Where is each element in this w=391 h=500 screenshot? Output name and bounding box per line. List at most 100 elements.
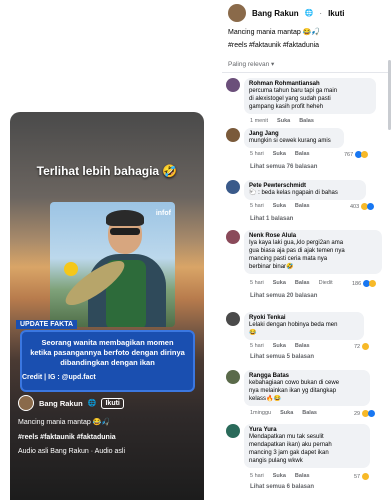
comment-avatar[interactable] bbox=[226, 78, 240, 92]
comment-time: 1minggu bbox=[250, 410, 272, 416]
reaction-count: 186 bbox=[352, 280, 362, 287]
reel-follow-button[interactable]: Ikuti bbox=[101, 397, 124, 409]
divider bbox=[222, 72, 391, 73]
comment-avatar[interactable] bbox=[226, 180, 240, 194]
comment-actions: 5 hari Suka Balas Diedit bbox=[250, 280, 333, 286]
view-replies-link[interactable]: Lihat semua 5 balasan bbox=[250, 354, 314, 360]
reply-button[interactable]: Balas bbox=[295, 280, 310, 286]
comment-line: 🐑 : beda kelas ngapain di bahas bbox=[249, 190, 338, 196]
info-text: Seorang wanita membagikan momen ketika p… bbox=[30, 338, 185, 367]
reel-author-row: Bang Rakun 🌐 Ikuti bbox=[18, 395, 124, 411]
reel-area: Terlihat lebih bahagia 🤣 infof UPDATE FA… bbox=[0, 0, 222, 500]
like-button[interactable]: Suka bbox=[280, 410, 293, 416]
photo-label: infof bbox=[155, 210, 171, 217]
reaction-count: 403 bbox=[350, 203, 360, 210]
comment-line: berbinar binar🤣 bbox=[249, 264, 294, 270]
comment-avatar[interactable] bbox=[226, 370, 240, 384]
sort-dropdown[interactable]: Paling relevan ▾ bbox=[228, 60, 274, 68]
reply-button[interactable]: Balas bbox=[299, 118, 314, 124]
view-replies-link[interactable]: Lihat semua 76 balasan bbox=[250, 164, 317, 170]
credit-text: Credit | IG : @upd.fact bbox=[22, 374, 96, 381]
comment-avatar[interactable] bbox=[226, 128, 240, 142]
comment-time: 1 menit bbox=[250, 118, 269, 124]
reaction-summary[interactable]: 72 bbox=[354, 343, 370, 350]
comment-line: mancing pasti ceria mata nya bbox=[249, 256, 328, 262]
person-glasses bbox=[110, 228, 140, 235]
post-follow-button[interactable]: Ikuti bbox=[328, 9, 344, 18]
comment-time: 5 hari bbox=[250, 473, 264, 479]
haha-reaction-icon bbox=[369, 280, 377, 287]
view-replies-link[interactable]: Lihat semua 20 balasan bbox=[250, 293, 317, 299]
like-button[interactable]: Suka bbox=[273, 473, 286, 479]
reel-avatar[interactable] bbox=[18, 395, 34, 411]
reel-caption: Mancing mania mantap 😂🎣 bbox=[18, 419, 111, 426]
comment-avatar[interactable] bbox=[226, 424, 240, 438]
reel-author[interactable]: Bang Rakun bbox=[39, 399, 83, 408]
reaction-count: 57 bbox=[354, 473, 361, 480]
info-box: Seorang wanita membagikan momen ketika p… bbox=[20, 330, 195, 392]
reaction-summary[interactable]: 767 bbox=[344, 151, 369, 158]
comment-line: mungkin si cewek kurang amis bbox=[249, 138, 331, 144]
comment-time: 5 hari bbox=[250, 151, 264, 157]
comment-line: Mendapatkan mu tak sesulit bbox=[249, 434, 324, 440]
comment-line: di alexistogel yang sudah pasti bbox=[249, 96, 331, 102]
like-reaction-icon bbox=[368, 410, 376, 417]
post-avatar[interactable] bbox=[228, 4, 246, 22]
view-replies-link[interactable]: Lihat semua 6 balasan bbox=[250, 484, 314, 490]
comment-bubble: Yura Yura Mendapatkan mu tak sesulit men… bbox=[244, 424, 370, 468]
comment-bubble: Nenk Rose Alula Iya kaya laki gua,,klo p… bbox=[244, 230, 382, 274]
view-replies-link[interactable]: Lihat 1 balasan bbox=[250, 216, 293, 222]
like-button[interactable]: Suka bbox=[273, 203, 286, 209]
reply-button[interactable]: Balas bbox=[295, 203, 310, 209]
comment-actions: 1minggu Suka Balas bbox=[250, 410, 317, 416]
reaction-summary[interactable]: 57 bbox=[354, 473, 370, 480]
like-button[interactable]: Suka bbox=[273, 280, 286, 286]
reaction-summary[interactable]: 403 bbox=[350, 203, 375, 210]
page: Terlihat lebih bahagia 🤣 infof UPDATE FA… bbox=[0, 0, 391, 500]
reaction-summary[interactable]: 29 bbox=[354, 410, 376, 417]
comment-bubble: Rangga Batas kebahagiaan cowo bukan di c… bbox=[244, 370, 370, 406]
reaction-count: 29 bbox=[354, 410, 361, 417]
person-hair bbox=[106, 210, 144, 226]
comment-actions: 5 hari Suka Balas bbox=[250, 203, 310, 209]
reaction-summary[interactable]: 186 bbox=[352, 280, 377, 287]
like-button[interactable]: Suka bbox=[277, 118, 290, 124]
reel-photo: infof bbox=[50, 202, 175, 327]
comment-line: nya melainkan ikan yg ditangkap bbox=[249, 388, 337, 394]
post-author[interactable]: Bang Rakun bbox=[252, 9, 299, 18]
comment-line: gampang kasih profit heheh bbox=[249, 104, 324, 110]
comment-line: percuma tahun baru tapi ga main bbox=[249, 88, 338, 94]
comment-line: Iya kaya laki gua,,klo pergi2an ama bbox=[249, 240, 344, 246]
haha-reaction-icon bbox=[362, 473, 370, 480]
comment-line: Lelaki dengan hobinya beda men bbox=[249, 322, 338, 328]
haha-reaction-icon bbox=[361, 151, 369, 158]
haha-reaction-icon bbox=[362, 343, 370, 350]
like-button[interactable]: Suka bbox=[273, 151, 286, 157]
reel-overlay-title: Terlihat lebih bahagia 🤣 bbox=[36, 164, 178, 178]
comment-line: 😂 bbox=[249, 330, 257, 336]
comment-time: 5 hari bbox=[250, 280, 264, 286]
comment-bubble: Pete Pewterschmidt 🐑 : beda kelas ngapai… bbox=[244, 180, 366, 200]
comment-avatar[interactable] bbox=[226, 312, 240, 326]
post-header: Bang Rakun 🌐 · Ikuti bbox=[228, 4, 345, 22]
reply-button[interactable]: Balas bbox=[302, 410, 317, 416]
reel-audio[interactable]: Audio asli Bang Rakun · Audio asli bbox=[18, 448, 125, 455]
globe-icon: 🌐 bbox=[87, 400, 97, 407]
comment-actions: 5 hari Suka Balas bbox=[250, 343, 310, 349]
like-reaction-icon bbox=[367, 203, 375, 210]
reel-video[interactable]: Terlihat lebih bahagia 🤣 infof UPDATE FA… bbox=[10, 112, 204, 500]
comment-time: 5 hari bbox=[250, 343, 264, 349]
comment-avatar[interactable] bbox=[226, 230, 240, 244]
reply-button[interactable]: Balas bbox=[295, 473, 310, 479]
comments-panel: Bang Rakun 🌐 · Ikuti Mancing mania manta… bbox=[222, 0, 391, 500]
reply-button[interactable]: Balas bbox=[295, 343, 310, 349]
reel-tags[interactable]: #reels #faktaunik #faktadunia bbox=[18, 434, 116, 441]
comment-bubble: Rohman Rohmantiansah percuma tahun baru … bbox=[244, 78, 376, 114]
globe-icon: 🌐 bbox=[304, 10, 314, 17]
like-button[interactable]: Suka bbox=[273, 343, 286, 349]
comment-bubble: Ryoki Tenkai Lelaki dengan hobinya beda … bbox=[244, 312, 364, 340]
reaction-count: 767 bbox=[344, 151, 354, 158]
reply-button[interactable]: Balas bbox=[295, 151, 310, 157]
comment-line: mancing 3 jam gak dapet ikan bbox=[249, 450, 329, 456]
post-tags[interactable]: #reels #faktaunik #faktadunia bbox=[228, 42, 319, 49]
